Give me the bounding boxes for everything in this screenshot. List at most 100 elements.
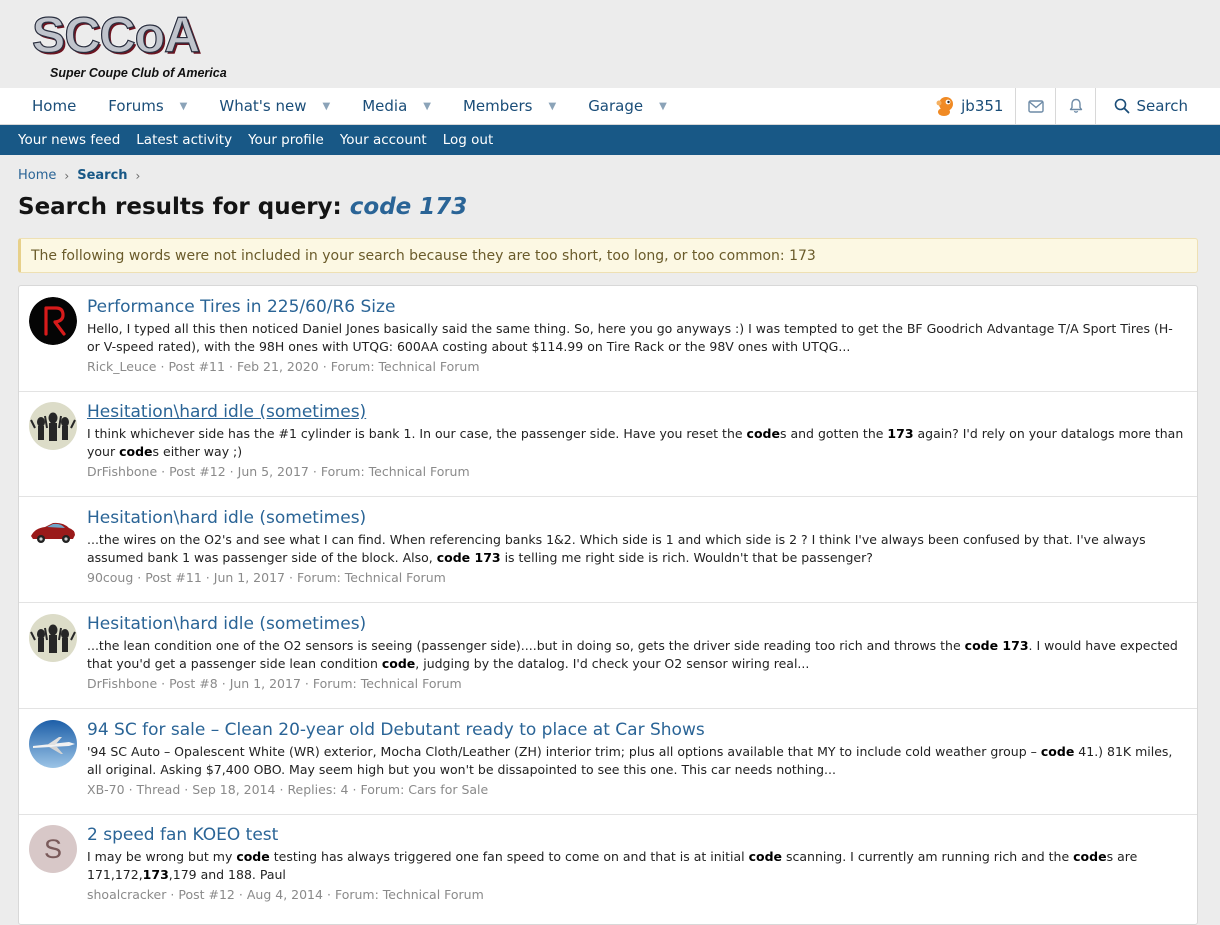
chevron-down-icon[interactable]: ▼ (180, 101, 188, 112)
result-meta: DrFishbone · Post #8 · Jun 1, 2017 · Forum: Te… (87, 676, 1185, 691)
page-title-query: code 173 (349, 194, 468, 220)
result-meta-item: Sep 18, 2014 (192, 782, 276, 797)
meta-separator: · (205, 570, 210, 585)
result-meta-item[interactable]: Post #11 (168, 359, 225, 374)
meta-separator: · (312, 464, 317, 479)
highlighted-term: 173 (142, 867, 169, 882)
site-logo[interactable]: SCCoA Super Coupe Club of America (18, 6, 302, 84)
subnav-link-your-news-feed[interactable]: Your news feed (10, 132, 128, 148)
chevron-down-icon[interactable]: ▼ (423, 101, 431, 112)
result-snippet: '94 SC Auto – Opalescent White (WR) exte… (87, 743, 1185, 779)
nav-tab-forums[interactable]: Forums ▼ (92, 88, 203, 124)
breadcrumb-separator-icon: › (64, 168, 70, 183)
avatar[interactable] (29, 508, 77, 556)
nav-tab-label: Media (362, 97, 408, 115)
breadcrumb-separator-icon: › (135, 168, 141, 183)
result-meta-item[interactable]: Forum: Technical Forum (297, 570, 446, 585)
meta-separator: · (184, 782, 189, 797)
breadcrumb-search[interactable]: Search (77, 168, 127, 183)
result-meta-item[interactable]: Post #11 (145, 570, 202, 585)
highlighted-term: code 173 (436, 550, 501, 565)
subnav-link-latest-activity[interactable]: Latest activity (128, 132, 240, 148)
result-meta: 90coug · Post #11 · Jun 1, 2017 · Forum: Techn… (87, 570, 1185, 585)
alerts-button[interactable] (1056, 88, 1097, 124)
nav-tab-media[interactable]: Media ▼ (346, 88, 447, 124)
result-title-link[interactable]: Performance Tires in 225/60/R6 Size (87, 296, 1185, 318)
subnav-link-log-out[interactable]: Log out (435, 132, 502, 148)
avatar[interactable] (29, 614, 77, 662)
highlighted-term: code (119, 444, 153, 459)
result-snippet: ...the wires on the O2's and see what I … (87, 531, 1185, 567)
result-author[interactable]: DrFishbone (87, 464, 157, 479)
result-author[interactable]: DrFishbone (87, 676, 157, 691)
avatar[interactable] (29, 720, 77, 768)
result-snippet: I may be wrong but my code testing has a… (87, 848, 1185, 884)
search-results-list: Performance Tires in 225/60/R6 Size Hello… (18, 285, 1198, 925)
avatar[interactable]: S (29, 825, 77, 873)
sub-navigation: Your news feed Latest activity Your profil… (0, 125, 1220, 155)
search-result: S 2 speed fan KOEO test I may be wrong but… (19, 814, 1197, 924)
result-title-link[interactable]: Hesitation\hard idle (sometimes) (87, 401, 1185, 423)
search-button[interactable]: Search (1096, 88, 1220, 124)
chevron-down-icon[interactable]: ▼ (659, 101, 667, 112)
result-meta-item[interactable]: Forum: Technical Forum (331, 359, 480, 374)
result-meta-item: Feb 21, 2020 (236, 359, 319, 374)
result-meta: DrFishbone · Post #12 · Jun 5, 2017 · Forum: T… (87, 464, 1185, 479)
subnav-link-your-profile[interactable]: Your profile (240, 132, 332, 148)
inbox-button[interactable] (1016, 88, 1057, 124)
meta-separator: · (160, 359, 165, 374)
result-meta-item[interactable]: Forum: Technical Forum (335, 887, 484, 902)
highlighted-term: code (236, 849, 270, 864)
avatar[interactable] (29, 297, 77, 345)
chevron-down-icon[interactable]: ▼ (548, 101, 556, 112)
result-snippet: ...the lean condition one of the O2 sens… (87, 637, 1185, 673)
highlighted-term: code (1073, 849, 1107, 864)
result-meta-item[interactable]: Forum: Cars for Sale (360, 782, 488, 797)
nav-tab-garage[interactable]: Garage ▼ (572, 88, 683, 124)
result-meta: shoalcracker · Post #12 · Aug 4, 2014 · Forum:… (87, 887, 1185, 902)
nav-tabs: Home Forums ▼ What's new ▼ Media ▼ Members ▼ Gara… (0, 88, 683, 124)
nav-right: jb351 Search (927, 88, 1220, 124)
nav-tab-members[interactable]: Members ▼ (447, 88, 572, 124)
nav-tab-what-s-new[interactable]: What's new ▼ (203, 88, 346, 124)
result-title-link[interactable]: Hesitation\hard idle (sometimes) (87, 507, 1185, 529)
meta-separator: · (170, 887, 175, 902)
nav-tab-label: Forums (108, 97, 164, 115)
result-meta-item: Jun 5, 2017 (237, 464, 309, 479)
result-meta-item[interactable]: Post #12 (169, 464, 226, 479)
result-meta-item[interactable]: Forum: Technical Forum (313, 676, 462, 691)
site-header: SCCoA Super Coupe Club of America (0, 0, 1220, 88)
meta-separator: · (322, 359, 327, 374)
breadcrumb-home[interactable]: Home (18, 168, 56, 183)
nav-tab-label: Home (32, 97, 77, 115)
page-title-prefix: Search results for query: (18, 194, 350, 220)
chevron-down-icon[interactable]: ▼ (323, 101, 331, 112)
username: jb351 (961, 97, 1004, 115)
result-author[interactable]: Rick_Leuce (87, 359, 156, 374)
nav-tab-home[interactable]: Home (16, 88, 92, 124)
meta-separator: · (238, 887, 243, 902)
meta-separator: · (137, 570, 142, 585)
result-author[interactable]: 90coug (87, 570, 133, 585)
result-meta-item[interactable]: Forum: Technical Forum (321, 464, 470, 479)
main-navbar: Home Forums ▼ What's new ▼ Media ▼ Members ▼ Gara… (0, 88, 1220, 125)
snippet-text: s and gotten the (779, 426, 888, 441)
meta-separator: · (161, 676, 166, 691)
user-menu[interactable]: jb351 (927, 88, 1017, 124)
highlighted-term: 173 (887, 426, 914, 441)
highlighted-term: code (746, 426, 780, 441)
result-meta-item[interactable]: Post #12 (178, 887, 235, 902)
snippet-text: testing has always triggered one fan spe… (269, 849, 749, 864)
highlighted-term: code 173 (964, 638, 1029, 653)
result-title-link[interactable]: 94 SC for sale – Clean 20-year old Debut… (87, 719, 1185, 741)
result-title-link[interactable]: 2 speed fan KOEO test (87, 824, 1185, 846)
result-meta-item[interactable]: Post #8 (169, 676, 218, 691)
meta-separator: · (221, 676, 226, 691)
avatar[interactable] (29, 402, 77, 450)
result-author[interactable]: shoalcracker (87, 887, 166, 902)
search-result: Hesitation\hard idle (sometimes) ...the l… (19, 603, 1197, 709)
subnav-link-your-account[interactable]: Your account (332, 132, 435, 148)
nav-tab-label: What's new (219, 97, 307, 115)
result-author[interactable]: XB-70 (87, 782, 125, 797)
result-title-link[interactable]: Hesitation\hard idle (sometimes) (87, 613, 1185, 635)
